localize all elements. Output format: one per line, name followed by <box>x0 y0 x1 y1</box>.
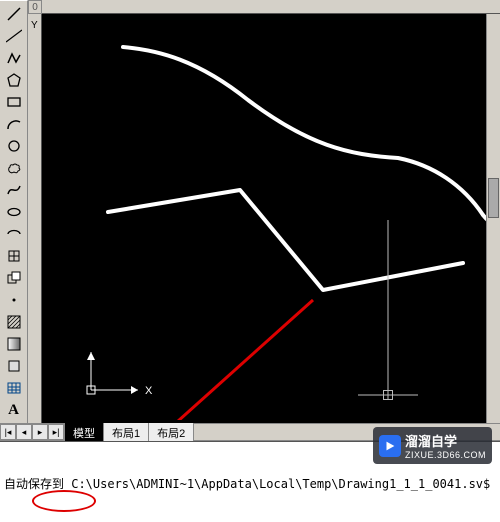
text-tool[interactable]: A <box>3 400 25 420</box>
watermark-url: ZIXUE.3D66.COM <box>405 450 486 460</box>
draw-toolbar: A <box>0 0 28 423</box>
ucs-icon: X <box>83 350 153 403</box>
circle-tool[interactable] <box>3 136 25 156</box>
watermark-logo-icon <box>379 435 401 457</box>
xline-tool[interactable] <box>3 26 25 46</box>
ucs-x-label: X <box>145 385 153 397</box>
ellipse-arc-tool[interactable] <box>3 224 25 244</box>
table-tool[interactable] <box>3 378 25 398</box>
tab-nav-prev[interactable]: ◂ <box>16 424 32 440</box>
drawing-area[interactable]: Y 0 甘 <box>28 0 500 423</box>
tab-nav-first[interactable]: |◂ <box>0 424 16 440</box>
revcloud-tool[interactable] <box>3 158 25 178</box>
pickbox-cursor <box>383 390 393 400</box>
gradient-tool[interactable] <box>3 334 25 354</box>
region-tool[interactable] <box>3 356 25 376</box>
polyline-tool[interactable] <box>3 48 25 68</box>
watermark: 溜溜自学 ZIXUE.3D66.COM <box>373 427 492 464</box>
point-tool[interactable] <box>3 290 25 310</box>
hatch-tool[interactable] <box>3 312 25 332</box>
make-block-tool[interactable] <box>3 268 25 288</box>
cmd-history-line: 自动保存到 C:\Users\ADMINI~1\AppData\Local\Te… <box>4 476 496 492</box>
tab-nav-next[interactable]: ▸ <box>32 424 48 440</box>
spline-tool[interactable] <box>3 180 25 200</box>
watermark-title: 溜溜自学 <box>405 431 486 450</box>
polygon-tool[interactable] <box>3 70 25 90</box>
rectangle-tool[interactable] <box>3 92 25 112</box>
tab-layout2[interactable]: 布局2 <box>148 422 194 443</box>
arc-tool[interactable] <box>3 114 25 134</box>
tab-nav-last[interactable]: ▸| <box>48 424 64 440</box>
insert-block-tool[interactable] <box>3 246 25 266</box>
drawing-vertical-scrollbar[interactable] <box>486 14 500 423</box>
tab-model[interactable]: 模型 <box>64 422 104 443</box>
ellipse-tool[interactable] <box>3 202 25 222</box>
line-tool[interactable] <box>3 4 25 24</box>
tab-layout1[interactable]: 布局1 <box>103 422 149 443</box>
